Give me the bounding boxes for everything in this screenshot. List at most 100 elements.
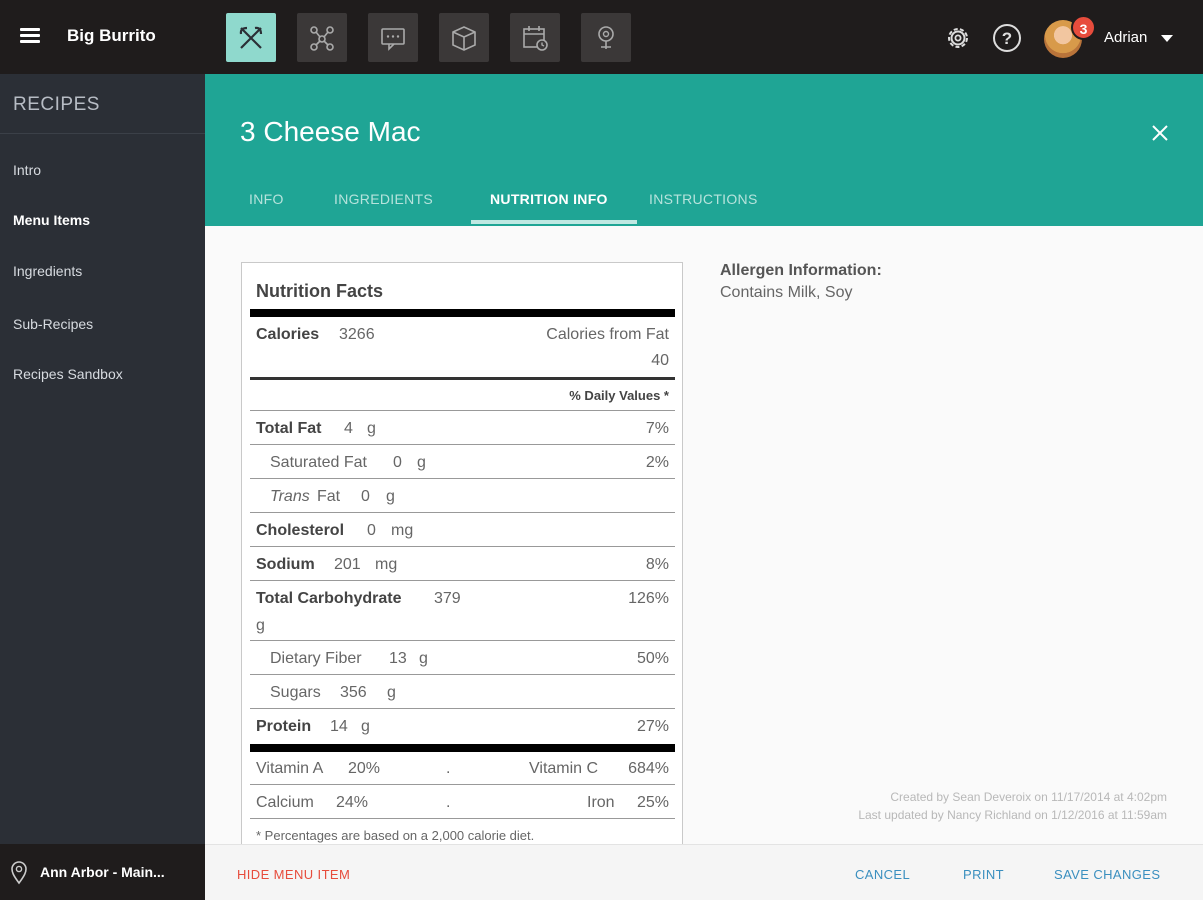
location-selector[interactable]: Ann Arbor - Main... — [0, 844, 205, 900]
total-carbohydrate-amount: 379 — [434, 590, 461, 607]
protein-unit: g — [361, 718, 370, 735]
sidebar-item-recipes-sandbox[interactable]: Recipes Sandbox — [13, 366, 123, 382]
divider — [250, 744, 675, 752]
nav-locations[interactable] — [581, 13, 631, 62]
vitamin-c-label: Vitamin C — [529, 760, 599, 777]
divider — [250, 410, 675, 411]
nav-schedule[interactable] — [510, 13, 560, 62]
menu-icon[interactable] — [20, 28, 40, 44]
sidebar-item-intro[interactable]: Intro — [13, 162, 41, 178]
total-fat-label: Total Fat — [256, 420, 322, 437]
vitamin-separator: . — [446, 794, 451, 811]
close-icon[interactable] — [1149, 122, 1171, 144]
location-icon — [598, 25, 614, 49]
nav-recipes[interactable] — [226, 13, 276, 62]
tab-info[interactable]: INFO — [249, 191, 284, 207]
hide-menu-item-button[interactable]: HIDE MENU ITEM — [237, 867, 350, 882]
nutrition-title: Nutrition Facts — [256, 281, 384, 301]
trans-fat-unit: g — [386, 488, 395, 505]
calcium-label: Calcium — [256, 794, 314, 811]
divider — [250, 580, 675, 581]
dietary-fiber-unit: g — [419, 650, 428, 667]
divider — [250, 784, 675, 785]
vitamin-a-value: 20% — [348, 760, 381, 777]
total-fat-dv: 7% — [645, 420, 669, 437]
calories-fat-value: 40 — [651, 352, 669, 369]
updated-info: Last updated by Nancy Richland on 1/12/2… — [858, 808, 1167, 822]
map-pin-icon — [11, 861, 27, 885]
trans-fat-label: Fat — [317, 488, 341, 505]
trans-fat-amount: 0 — [361, 488, 370, 505]
calendar-icon — [523, 25, 548, 51]
sidebar-heading: RECIPES — [0, 74, 205, 134]
save-changes-button[interactable]: SAVE CHANGES — [1054, 867, 1160, 882]
dietary-fiber-amount: 13 — [389, 650, 407, 667]
sidebar-item-ingredients[interactable]: Ingredients — [13, 263, 82, 279]
sodium-dv: 8% — [645, 556, 669, 573]
daily-values-header: % Daily Values * — [569, 388, 669, 403]
location-label: Ann Arbor - Main... — [40, 864, 165, 880]
divider — [250, 478, 675, 479]
sodium-amount: 201 — [334, 556, 361, 573]
gear-icon[interactable] — [942, 22, 974, 54]
total-fat-amount: 4 — [344, 420, 353, 437]
calcium-value: 24% — [336, 794, 369, 811]
cancel-button[interactable]: CANCEL — [855, 867, 910, 882]
protein-dv: 27% — [636, 718, 669, 735]
protein-label: Protein — [256, 718, 312, 735]
total-carbohydrate-unit: g — [256, 617, 265, 634]
calories-label: Calories — [256, 326, 320, 343]
nav-inventory[interactable] — [439, 13, 489, 62]
iron-label: Iron — [587, 794, 615, 811]
calories-value: 3266 — [339, 326, 375, 343]
calories-fat-label: Calories from Fat — [546, 326, 669, 343]
user-name[interactable]: Adrian — [1104, 29, 1147, 46]
created-info: Created by Sean Deveroix on 11/17/2014 a… — [890, 790, 1167, 804]
help-icon[interactable]: ? — [991, 22, 1023, 54]
cholesterol-unit: mg — [391, 522, 414, 539]
nutrition-footnote: * Percentages are based on a 2,000 calor… — [256, 828, 535, 843]
divider — [250, 377, 675, 380]
tab-instructions[interactable]: INSTRUCTIONS — [649, 191, 758, 207]
divider — [250, 444, 675, 445]
sodium-label: Sodium — [256, 556, 315, 573]
sidebar: RECIPES Intro Menu Items Ingredients Sub… — [0, 74, 205, 900]
saturated-fat-dv: 2% — [645, 454, 669, 471]
footer-bar: HIDE MENU ITEM CANCEL PRINT SAVE CHANGES — [205, 844, 1203, 900]
sidebar-item-menu-items[interactable]: Menu Items — [13, 212, 90, 228]
sugars-unit: g — [387, 684, 396, 701]
divider — [250, 546, 675, 547]
active-tab-indicator — [471, 220, 637, 224]
app-title: Big Burrito — [67, 26, 156, 45]
divider — [250, 309, 675, 317]
vitamin-a-label: Vitamin A — [256, 760, 324, 777]
nutrition-facts-card: Nutrition Facts Calories 3266 Calories f… — [241, 262, 683, 852]
utensils-icon — [239, 26, 263, 49]
trans-fat-label-italic: Trans — [270, 488, 310, 505]
cholesterol-amount: 0 — [367, 522, 376, 539]
nav-network[interactable] — [297, 13, 347, 62]
box-icon — [452, 25, 476, 51]
sidebar-item-sub-recipes[interactable]: Sub-Recipes — [13, 316, 93, 332]
tab-ingredients[interactable]: INGREDIENTS — [334, 191, 433, 207]
nav-messages[interactable] — [368, 13, 418, 62]
divider — [250, 674, 675, 675]
divider — [250, 640, 675, 641]
total-carbohydrate-label: Total Carbohydrate — [256, 590, 402, 607]
protein-amount: 14 — [330, 718, 348, 735]
vitamin-c-value: 684% — [628, 760, 669, 777]
chat-icon — [381, 27, 405, 51]
saturated-fat-amount: 0 — [393, 454, 402, 471]
divider — [250, 818, 675, 819]
print-button[interactable]: PRINT — [963, 867, 1004, 882]
cholesterol-label: Cholesterol — [256, 522, 345, 539]
total-fat-unit: g — [367, 420, 376, 437]
iron-value: 25% — [636, 794, 669, 811]
tab-nutrition-info[interactable]: NUTRITION INFO — [490, 191, 608, 207]
saturated-fat-label: Saturated Fat — [270, 454, 367, 471]
divider — [250, 708, 675, 709]
caret-down-icon[interactable] — [1161, 35, 1173, 42]
notification-badge[interactable]: 3 — [1071, 15, 1096, 40]
divider — [250, 512, 675, 513]
network-icon — [310, 25, 334, 51]
